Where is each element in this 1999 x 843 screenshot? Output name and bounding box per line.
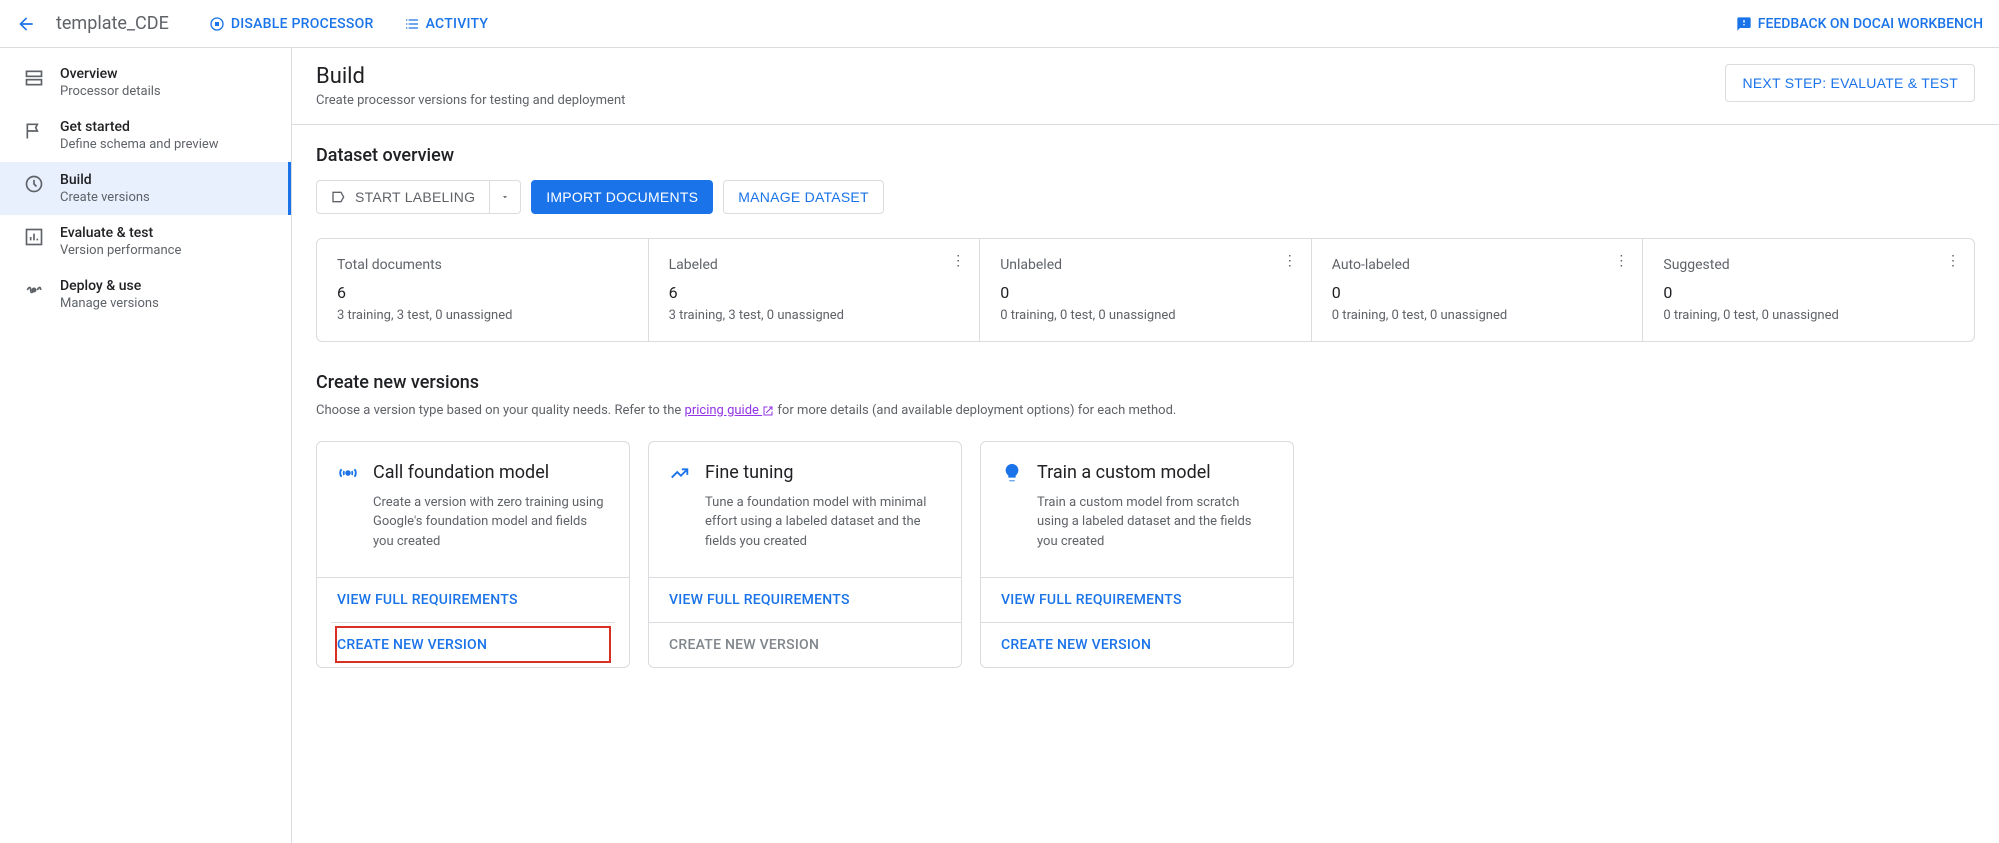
card-fine-tuning: Fine tuning Tune a foundation model with…: [648, 441, 962, 669]
stat-value: 6: [669, 283, 960, 302]
card-custom-model: Train a custom model Train a custom mode…: [980, 441, 1294, 669]
card-description: Tune a foundation model with minimal eff…: [705, 493, 941, 552]
sidebar-item-sublabel: Create versions: [60, 190, 150, 205]
sidebar-item-label: Evaluate & test: [60, 225, 181, 241]
sidebar: Overview Processor details Get started D…: [0, 48, 292, 843]
view-requirements-button[interactable]: VIEW FULL REQUIREMENTS: [981, 578, 1293, 622]
stat-value: 6: [337, 283, 628, 302]
sidebar-item-label: Get started: [60, 119, 219, 135]
card-description: Create a version with zero training usin…: [373, 493, 609, 552]
create-new-version-button[interactable]: CREATE NEW VERSION: [981, 622, 1293, 667]
broadcast-icon: [337, 462, 359, 484]
sidebar-item-overview[interactable]: Overview Processor details: [0, 56, 291, 109]
sidebar-item-sublabel: Version performance: [60, 243, 181, 258]
sidebar-item-sublabel: Define schema and preview: [60, 137, 219, 152]
lightbulb-icon: [1001, 462, 1023, 484]
stat-label: Labeled: [669, 257, 960, 273]
dataset-stats: Total documents 6 3 training, 3 test, 0 …: [316, 238, 1975, 342]
more-vert-icon[interactable]: ⋮: [1614, 253, 1628, 269]
sidebar-item-sublabel: Processor details: [60, 84, 161, 99]
stat-sub: 0 training, 0 test, 0 unassigned: [1332, 308, 1623, 323]
stat-total-documents: Total documents 6 3 training, 3 test, 0 …: [317, 239, 649, 341]
stat-unlabeled: ⋮ Unlabeled 0 0 training, 0 test, 0 unas…: [980, 239, 1312, 341]
stat-sub: 0 training, 0 test, 0 unassigned: [1663, 308, 1954, 323]
main-content: Build Create processor versions for test…: [292, 48, 1999, 843]
start-labeling-button[interactable]: START LABELING: [316, 180, 490, 214]
create-new-version-button: CREATE NEW VERSION: [649, 622, 961, 667]
stat-label: Suggested: [1663, 257, 1954, 273]
chevron-down-icon: [500, 192, 510, 202]
back-arrow-icon[interactable]: [16, 14, 36, 34]
stat-suggested: ⋮ Suggested 0 0 training, 0 test, 0 unas…: [1643, 239, 1974, 341]
build-icon: [24, 174, 44, 194]
dataset-actions: START LABELING IMPORT DOCUMENTS MANAGE D…: [316, 180, 1975, 214]
next-step-button[interactable]: NEXT STEP: EVALUATE & TEST: [1725, 64, 1975, 102]
stat-sub: 3 training, 3 test, 0 unassigned: [337, 308, 628, 323]
create-new-version-button[interactable]: CREATE NEW VERSION: [331, 622, 615, 667]
sidebar-item-label: Deploy & use: [60, 278, 159, 294]
list-icon: [404, 16, 420, 32]
stat-label: Unlabeled: [1000, 257, 1291, 273]
more-vert-icon[interactable]: ⋮: [1946, 253, 1960, 269]
view-requirements-button[interactable]: VIEW FULL REQUIREMENTS: [649, 578, 961, 622]
page-header: Build Create processor versions for test…: [292, 48, 1999, 125]
sidebar-item-evaluate[interactable]: Evaluate & test Version performance: [0, 215, 291, 268]
stat-auto-labeled: ⋮ Auto-labeled 0 0 training, 0 test, 0 u…: [1312, 239, 1644, 341]
card-foundation-model: Call foundation model Create a version w…: [316, 441, 630, 669]
external-link-icon: [762, 405, 774, 417]
create-versions-description: Choose a version type based on your qual…: [316, 401, 1975, 421]
start-labeling-dropdown[interactable]: [490, 180, 521, 214]
stat-sub: 0 training, 0 test, 0 unassigned: [1000, 308, 1291, 323]
page-description: Create processor versions for testing an…: [316, 93, 625, 108]
chart-icon: [24, 227, 44, 247]
version-cards: Call foundation model Create a version w…: [316, 441, 1975, 669]
stat-labeled: ⋮ Labeled 6 3 training, 3 test, 0 unassi…: [649, 239, 981, 341]
stat-value: 0: [1000, 283, 1291, 302]
disable-processor-button[interactable]: DISABLE PROCESSOR: [209, 16, 374, 32]
stat-label: Auto-labeled: [1332, 257, 1623, 273]
sidebar-item-sublabel: Manage versions: [60, 296, 159, 311]
stop-circle-icon: [209, 16, 225, 32]
more-vert-icon[interactable]: ⋮: [1283, 253, 1297, 269]
manage-dataset-button[interactable]: MANAGE DATASET: [723, 180, 884, 214]
stat-sub: 3 training, 3 test, 0 unassigned: [669, 308, 960, 323]
sidebar-item-build[interactable]: Build Create versions: [0, 162, 291, 215]
card-title: Train a custom model: [1037, 462, 1273, 483]
card-title: Call foundation model: [373, 462, 609, 483]
stat-value: 0: [1663, 283, 1954, 302]
page-title: Build: [316, 64, 625, 89]
more-vert-icon[interactable]: ⋮: [951, 253, 965, 269]
sidebar-item-get-started[interactable]: Get started Define schema and preview: [0, 109, 291, 162]
sidebar-item-label: Build: [60, 172, 150, 188]
sidebar-item-deploy[interactable]: Deploy & use Manage versions: [0, 268, 291, 321]
flag-icon: [24, 121, 44, 141]
feedback-icon: [1736, 16, 1752, 32]
deploy-icon: [24, 280, 44, 300]
pricing-guide-link[interactable]: pricing guide: [685, 403, 775, 418]
create-versions-title: Create new versions: [316, 372, 1975, 393]
card-description: Train a custom model from scratch using …: [1037, 493, 1273, 552]
label-icon: [331, 189, 347, 205]
import-documents-button[interactable]: IMPORT DOCUMENTS: [531, 180, 713, 214]
view-requirements-button[interactable]: VIEW FULL REQUIREMENTS: [317, 578, 629, 622]
sidebar-item-label: Overview: [60, 66, 161, 82]
activity-button[interactable]: ACTIVITY: [404, 16, 489, 32]
feedback-link[interactable]: FEEDBACK ON DOCAI WORKBENCH: [1736, 16, 1983, 32]
card-title: Fine tuning: [705, 462, 941, 483]
stat-value: 0: [1332, 283, 1623, 302]
dataset-overview-title: Dataset overview: [316, 145, 1975, 166]
processor-name: template_CDE: [56, 13, 169, 34]
topbar: template_CDE DISABLE PROCESSOR ACTIVITY …: [0, 0, 1999, 48]
overview-icon: [24, 68, 44, 88]
trend-icon: [669, 462, 691, 484]
stat-label: Total documents: [337, 257, 628, 273]
